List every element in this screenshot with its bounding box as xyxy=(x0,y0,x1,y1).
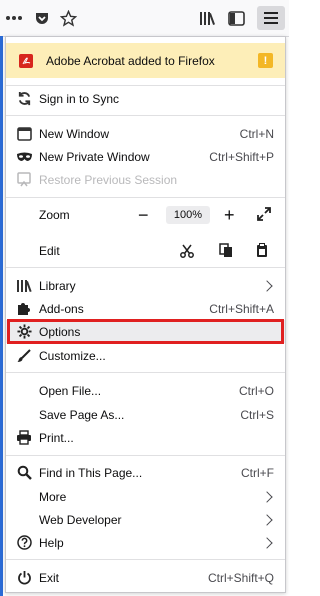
options-item[interactable]: Options xyxy=(6,320,285,343)
customize-item[interactable]: Customize... xyxy=(6,344,285,367)
separator xyxy=(6,559,285,560)
edit-row: Edit xyxy=(6,239,285,262)
exit-shortcut: Ctrl+Shift+Q xyxy=(207,570,274,585)
chevron-right-icon xyxy=(261,513,273,526)
sign-in-sync-item[interactable]: Sign in to Sync xyxy=(6,87,285,110)
ellipsis-icon[interactable] xyxy=(2,6,26,30)
new-private-window-shortcut: Ctrl+Shift+P xyxy=(209,149,274,164)
print-label: Print... xyxy=(39,430,74,445)
new-private-window-item[interactable]: New Private Window Ctrl+Shift+P xyxy=(6,145,285,168)
find-shortcut: Ctrl+F xyxy=(241,465,274,480)
library-icon[interactable] xyxy=(196,6,220,30)
zoom-in-button[interactable]: + xyxy=(224,205,235,226)
sync-label: Sign in to Sync xyxy=(39,91,120,106)
save-page-label: Save Page As... xyxy=(39,407,125,422)
separator xyxy=(6,115,285,116)
paste-icon[interactable] xyxy=(256,243,268,258)
star-icon[interactable] xyxy=(56,6,80,30)
zoom-row: Zoom − 100% + xyxy=(6,203,285,227)
exit-label: Exit xyxy=(39,570,60,585)
app-menu-panel: Adobe Acrobat added to Firefox ! Sign in… xyxy=(5,36,286,593)
separator xyxy=(6,455,285,456)
open-file-item[interactable]: Open File... Ctrl+O xyxy=(6,379,285,402)
exit-item[interactable]: Exit Ctrl+Shift+Q xyxy=(6,566,285,589)
library-label: Library xyxy=(39,278,76,293)
more-item[interactable]: More xyxy=(6,485,285,508)
options-label: Options xyxy=(39,324,81,339)
restore-session-label: Restore Previous Session xyxy=(39,172,178,187)
browser-toolbar xyxy=(0,0,289,37)
fullscreen-icon[interactable] xyxy=(257,206,271,224)
open-file-label: Open File... xyxy=(39,383,102,398)
copy-icon[interactable] xyxy=(219,243,233,258)
chevron-right-icon xyxy=(261,536,273,549)
find-item[interactable]: Find in This Page... Ctrl+F xyxy=(6,461,285,484)
print-item[interactable]: Print... xyxy=(6,426,285,449)
acrobat-icon xyxy=(19,53,33,68)
private-mask-icon xyxy=(15,148,33,166)
zoom-reset-button[interactable]: 100% xyxy=(166,206,210,224)
help-item[interactable]: Help xyxy=(6,531,285,554)
more-label: More xyxy=(39,489,67,504)
chevron-right-icon xyxy=(261,490,273,503)
paintbrush-icon xyxy=(15,347,33,365)
sidebar-icon[interactable] xyxy=(224,6,248,30)
separator xyxy=(6,85,285,86)
web-developer-item[interactable]: Web Developer xyxy=(6,508,285,531)
addons-shortcut: Ctrl+Shift+A xyxy=(209,301,274,316)
notification-label: Adobe Acrobat added to Firefox xyxy=(46,53,215,68)
help-icon xyxy=(15,534,33,552)
zoom-out-button[interactable]: − xyxy=(138,205,149,226)
addons-item[interactable]: Add-ons Ctrl+Shift+A xyxy=(6,297,285,320)
chevron-right-icon xyxy=(261,279,273,292)
new-window-shortcut: Ctrl+N xyxy=(239,126,274,141)
zoom-label: Zoom xyxy=(39,208,70,222)
puzzle-icon xyxy=(15,300,33,318)
library-item[interactable]: Library xyxy=(6,274,285,297)
sync-icon xyxy=(15,90,33,108)
save-page-shortcut: Ctrl+S xyxy=(240,407,274,422)
background-window-edge xyxy=(0,36,3,596)
library-icon xyxy=(15,277,33,295)
open-file-shortcut: Ctrl+O xyxy=(238,383,274,398)
cut-icon[interactable] xyxy=(180,244,194,258)
new-window-icon xyxy=(15,125,33,143)
power-icon xyxy=(15,569,33,587)
pocket-icon[interactable] xyxy=(30,6,54,30)
hamburger-menu-icon[interactable] xyxy=(257,6,285,30)
restore-session-item[interactable]: Restore Previous Session xyxy=(6,168,285,191)
gear-icon xyxy=(15,323,33,341)
save-page-item[interactable]: Save Page As... Ctrl+S xyxy=(6,403,285,426)
search-icon xyxy=(15,464,33,482)
help-label: Help xyxy=(39,535,64,550)
printer-icon xyxy=(15,429,33,447)
web-developer-label: Web Developer xyxy=(39,512,122,527)
separator xyxy=(6,197,285,198)
customize-label: Customize... xyxy=(39,348,106,363)
new-private-window-label: New Private Window xyxy=(39,149,150,164)
separator xyxy=(6,372,285,373)
edit-label: Edit xyxy=(39,243,60,258)
addon-notification[interactable]: Adobe Acrobat added to Firefox ! xyxy=(6,43,285,78)
warning-icon: ! xyxy=(258,53,273,68)
restore-session-icon xyxy=(15,171,33,189)
new-window-item[interactable]: New Window Ctrl+N xyxy=(6,122,285,145)
new-window-label: New Window xyxy=(39,126,110,141)
find-label: Find in This Page... xyxy=(39,465,143,480)
addons-label: Add-ons xyxy=(39,301,84,316)
separator xyxy=(6,267,285,268)
